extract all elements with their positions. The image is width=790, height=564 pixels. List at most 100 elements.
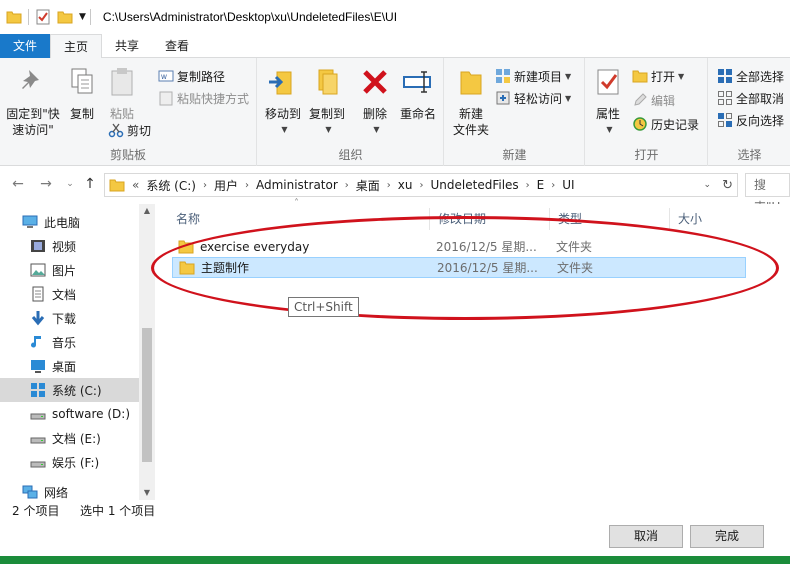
history-button[interactable]: 历史记录 <box>632 114 699 134</box>
chevron-down-icon[interactable]: ▼ <box>79 12 86 22</box>
nav-item-documents[interactable]: 文档 <box>0 282 140 306</box>
search-input[interactable]: 搜索"U <box>745 173 790 214</box>
new-item-button[interactable]: 新建项目 ▼ <box>495 66 571 86</box>
delete-icon <box>363 70 387 94</box>
nav-item-label: 图片 <box>52 263 77 278</box>
tab-file[interactable]: 文件 <box>0 34 51 58</box>
cancel-button[interactable]: 取消 <box>609 525 683 548</box>
open-label: 打开 <box>651 69 676 84</box>
chevron-right-icon[interactable]: › <box>551 180 555 191</box>
chevron-down-icon: ▼ <box>373 125 380 134</box>
ribbon-tabs: 文件 主页 共享 查看 <box>0 34 790 59</box>
nav-item-drive-d[interactable]: software (D:) <box>0 402 140 426</box>
nav-scrollbar[interactable]: ▲ ▼ <box>139 204 155 500</box>
copy-to-button[interactable]: 复制到 ▼ <box>306 66 348 138</box>
nav-item-system-drive[interactable]: 系统 (C:) <box>0 378 140 402</box>
breadcrumb-item[interactable]: UndeletedFiles <box>431 178 519 192</box>
highlight-annotation <box>151 216 779 320</box>
up-arrow-icon[interactable]: ↑ <box>80 174 100 194</box>
invert-selection-button[interactable]: 反向选择 <box>717 110 784 130</box>
nav-item-videos[interactable]: 视频 <box>0 234 140 258</box>
rename-icon <box>403 71 431 93</box>
breadcrumb-item[interactable]: 系统 (C:) <box>146 177 196 194</box>
rename-button[interactable]: 重命名 <box>396 66 440 122</box>
paste-shortcut-button[interactable]: 粘贴快捷方式 <box>158 88 249 108</box>
breadcrumb-item[interactable]: E <box>537 178 545 192</box>
select-none-button[interactable]: 全部取消 <box>717 88 784 108</box>
delete-button[interactable]: 删除 ▼ <box>358 66 392 138</box>
nav-item-network[interactable]: 网络 <box>0 482 140 502</box>
column-header-size[interactable]: 大小 <box>670 208 780 230</box>
chevron-right-icon[interactable]: › <box>387 180 391 191</box>
cut-button[interactable]: 剪切 <box>108 120 151 140</box>
invert-selection-label: 反向选择 <box>736 113 785 128</box>
open-icon <box>632 70 648 83</box>
item-count: 2 个项目 <box>12 504 60 518</box>
new-group-label: 新建 <box>502 148 527 162</box>
finish-button[interactable]: 完成 <box>690 525 764 548</box>
nav-item-desktop[interactable]: 桌面 <box>0 354 140 378</box>
system-drive-icon <box>31 383 45 397</box>
chevron-down-icon[interactable]: ⌄ <box>703 180 711 190</box>
chevron-right-icon[interactable]: › <box>420 180 424 191</box>
copy-path-button[interactable]: W 复制路径 <box>158 66 225 86</box>
chevron-right-icon[interactable]: › <box>203 180 207 191</box>
nav-item-this-pc[interactable]: 此电脑 <box>0 210 140 234</box>
breadcrumb-item[interactable]: Administrator <box>256 178 338 192</box>
forward-arrow-icon[interactable]: → <box>36 174 56 194</box>
breadcrumb-item[interactable]: 桌面 <box>356 177 380 194</box>
tab-home[interactable]: 主页 <box>50 34 103 59</box>
chevron-down-icon: ▼ <box>565 71 572 81</box>
move-to-button[interactable]: 移动到 ▼ <box>262 66 304 138</box>
breadcrumb-item[interactable]: 用户 <box>214 177 238 194</box>
computer-icon <box>22 215 38 228</box>
network-icon <box>22 485 38 499</box>
pin-label-1: 固定到"快 <box>6 107 60 121</box>
tab-view[interactable]: 查看 <box>152 34 202 58</box>
folder-icon[interactable] <box>6 9 22 25</box>
edit-button[interactable]: 编辑 <box>632 90 675 110</box>
breadcrumb-item[interactable]: xu <box>398 178 413 192</box>
nav-item-label: 音乐 <box>52 335 77 350</box>
address-bar[interactable]: « 系统 (C:) › 用户 › Administrator › 桌面 › xu… <box>104 173 738 197</box>
easy-access-button[interactable]: 轻松访问 ▼ <box>495 88 571 108</box>
new-folder-icon[interactable] <box>57 9 73 25</box>
chevron-right-icon[interactable]: › <box>245 180 249 191</box>
nav-item-music[interactable]: 音乐 <box>0 330 140 354</box>
cut-label: 剪切 <box>127 123 152 138</box>
nav-item-label: 文档 (E:) <box>52 431 101 446</box>
new-folder-label-2: 文件夹 <box>452 123 489 137</box>
select-all-button[interactable]: 全部选择 <box>717 66 784 86</box>
chevron-right-icon[interactable]: › <box>345 180 349 191</box>
paste-icon <box>111 68 133 96</box>
chevron-up-icon[interactable]: ▲ <box>139 204 155 218</box>
new-group: 新建 文件夹 新建项目 ▼ 轻松访问 ▼ 新建 <box>445 58 585 166</box>
nav-item-downloads[interactable]: 下载 <box>0 306 140 330</box>
select-all-icon <box>718 69 732 83</box>
chevron-right-icon[interactable]: › <box>526 180 530 191</box>
divider <box>28 9 29 25</box>
back-arrow-icon[interactable]: ← <box>8 174 28 194</box>
paste-button[interactable]: 粘贴 <box>104 66 140 122</box>
properties-icon <box>597 69 619 95</box>
tab-share[interactable]: 共享 <box>102 34 152 58</box>
properties-button[interactable]: 属性 ▼ <box>590 66 626 138</box>
refresh-icon[interactable]: ↻ <box>722 178 733 193</box>
select-group-label: 选择 <box>737 148 762 162</box>
open-button[interactable]: 打开 ▼ <box>632 66 684 86</box>
nav-item-pictures[interactable]: 图片 <box>0 258 140 282</box>
clipboard-group: 固定到"快 速访问" 复制 粘贴 W 复制路径 粘贴快捷方式 剪切 剪贴板 <box>0 58 257 166</box>
pin-quick-access-button[interactable]: 固定到"快 速访问" <box>4 66 62 138</box>
breadcrumb-item[interactable]: UI <box>562 178 574 192</box>
chevron-down-icon[interactable]: ▼ <box>139 486 155 500</box>
breadcrumb-overflow[interactable]: « <box>132 178 139 192</box>
nav-item-drive-e[interactable]: 文档 (E:) <box>0 426 140 450</box>
copy-button[interactable]: 复制 <box>64 66 100 122</box>
svg-text:W: W <box>161 74 167 81</box>
open-group: 属性 ▼ 打开 ▼ 编辑 历史记录 打开 <box>586 58 708 166</box>
scrollbar-thumb[interactable] <box>142 328 152 462</box>
recent-locations-chevron-icon[interactable]: ⌄ <box>60 174 80 194</box>
properties-icon[interactable] <box>35 9 51 25</box>
nav-item-drive-f[interactable]: 娱乐 (F:) <box>0 450 140 474</box>
new-folder-button[interactable]: 新建 文件夹 <box>449 66 493 138</box>
